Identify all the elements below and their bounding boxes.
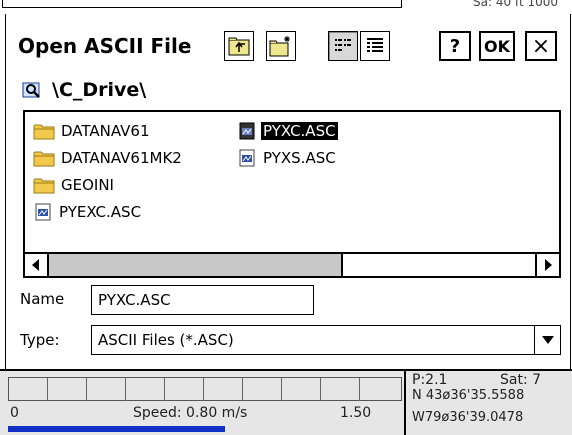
type-select-value: ASCII Files (*.ASC) bbox=[98, 331, 234, 349]
help-button[interactable]: ? bbox=[439, 31, 471, 61]
chevron-down-icon bbox=[541, 336, 554, 344]
ruler-tick bbox=[203, 378, 204, 401]
background-app-strip: Sa: 40 ft 1000 bbox=[0, 0, 572, 14]
satellite-count: Sat: 7 bbox=[500, 372, 542, 388]
document-icon bbox=[35, 203, 51, 221]
speed-progress-fill bbox=[8, 426, 225, 432]
latitude-readout: N 43ø36'35.5588 bbox=[412, 388, 525, 403]
arrow-left-icon bbox=[32, 259, 39, 271]
up-folder-button[interactable] bbox=[224, 31, 254, 61]
file-item-selected[interactable]: PYXC.ASC bbox=[237, 120, 338, 142]
name-label: Name bbox=[20, 290, 65, 308]
type-dropdown-button[interactable] bbox=[534, 326, 560, 354]
current-path: \C_Drive\ bbox=[22, 78, 146, 102]
path-text: \C_Drive\ bbox=[52, 79, 147, 101]
list-view-button[interactable] bbox=[328, 31, 358, 61]
file-list[interactable]: DATANAV61 DATANAV61MK2 GEOINI PYEXC.ASC bbox=[23, 110, 561, 278]
pdop-value: P:2.1 bbox=[412, 372, 448, 388]
folder-icon bbox=[33, 151, 55, 166]
scroll-left-button[interactable] bbox=[25, 254, 49, 276]
ruler-tick bbox=[164, 378, 165, 401]
ruler-tick bbox=[320, 378, 321, 401]
list-view-icon bbox=[335, 39, 351, 51]
longitude-readout: W79ø36'39.0478 bbox=[412, 410, 524, 425]
document-icon bbox=[239, 122, 255, 140]
close-button[interactable]: × bbox=[525, 31, 557, 61]
drive-search-icon bbox=[22, 82, 40, 98]
background-partial-text: Sa: 40 ft 1000 bbox=[473, 0, 558, 9]
folder-icon bbox=[33, 124, 55, 139]
scroll-thumb[interactable] bbox=[49, 254, 343, 276]
folder-icon bbox=[33, 178, 55, 193]
document-icon bbox=[239, 149, 255, 167]
folder-item[interactable]: DATANAV61 bbox=[33, 120, 152, 142]
new-folder-icon bbox=[269, 36, 290, 57]
speed-progress-bar bbox=[8, 426, 402, 432]
gps-info-panel: P:2.1 Sat: 7 N 43ø36'35.5588 W79ø36'39.0… bbox=[404, 371, 572, 435]
type-select[interactable]: ASCII Files (*.ASC) bbox=[91, 325, 561, 355]
new-folder-button[interactable] bbox=[266, 31, 296, 61]
details-view-button[interactable] bbox=[360, 31, 390, 61]
folder-item[interactable]: GEOINI bbox=[33, 174, 116, 196]
ok-button[interactable]: OK bbox=[479, 31, 515, 61]
ruler-tick bbox=[125, 378, 126, 401]
ruler-tick bbox=[242, 378, 243, 401]
speed-scale-min: 0 bbox=[10, 405, 19, 421]
folder-up-icon bbox=[228, 37, 250, 56]
speed-ruler bbox=[8, 377, 402, 401]
dialog-title: Open ASCII File bbox=[18, 34, 192, 58]
type-label: Type: bbox=[20, 331, 60, 349]
ruler-tick bbox=[281, 378, 282, 401]
file-item[interactable]: PYEXC.ASC bbox=[33, 201, 143, 223]
file-item[interactable]: PYXS.ASC bbox=[237, 147, 338, 169]
arrow-right-icon bbox=[545, 259, 552, 271]
details-view-icon bbox=[367, 38, 383, 52]
status-bar: 0 Speed: 0.80 m/s 1.50 P:2.1 Sat: 7 N 43… bbox=[0, 369, 572, 435]
ruler-tick bbox=[359, 378, 360, 401]
background-bar bbox=[2, 0, 402, 8]
speed-readout: Speed: 0.80 m/s bbox=[133, 405, 248, 421]
open-file-dialog: Open ASCII File ? OK × \C_Drive\ DATANAV… bbox=[5, 14, 571, 369]
folder-item[interactable]: DATANAV61MK2 bbox=[33, 147, 184, 169]
speed-scale-max: 1.50 bbox=[340, 405, 372, 421]
scroll-right-button[interactable] bbox=[535, 254, 559, 276]
ruler-tick bbox=[86, 378, 87, 401]
name-input[interactable]: PYXC.ASC bbox=[91, 285, 314, 315]
ruler-tick bbox=[47, 378, 48, 401]
horizontal-scrollbar[interactable] bbox=[25, 252, 559, 276]
